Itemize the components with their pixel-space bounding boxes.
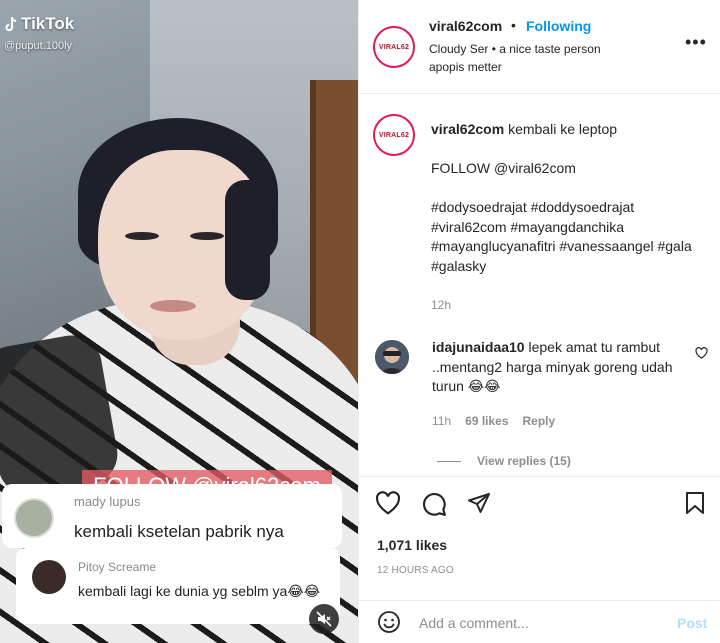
add-comment-bar: Post <box>359 600 720 643</box>
share-button[interactable] <box>467 491 491 520</box>
tiktok-watermark: TikTok <box>4 14 74 34</box>
overlay-comment: mady lupus kembali ksetelan pabrik nya <box>2 484 342 548</box>
like-button[interactable] <box>375 491 401 520</box>
person-hair-side <box>225 180 270 300</box>
person-lips <box>150 300 196 312</box>
replies-divider <box>437 460 461 462</box>
caption-avatar[interactable]: VIRAL62 <box>373 114 415 156</box>
save-button[interactable] <box>685 491 705 520</box>
view-replies-label: View replies (15) <box>477 454 571 468</box>
heart-icon <box>375 491 401 515</box>
emoji-button[interactable] <box>377 610 401 639</box>
heart-icon <box>695 347 708 359</box>
post-timestamp[interactable]: 12 HOURS AGO <box>377 565 454 576</box>
speaker-muted-icon <box>316 611 332 627</box>
avatar <box>14 498 54 538</box>
overlay-comment-text: kembali ksetelan pabrik nya <box>74 522 284 541</box>
caption-username[interactable]: viral62com <box>431 121 504 137</box>
following-button[interactable]: Following <box>526 18 591 34</box>
avatar <box>32 560 66 594</box>
profile-avatar[interactable]: VIRAL62 <box>373 26 415 68</box>
paper-plane-icon <box>468 493 490 513</box>
comment-bubble-icon <box>423 493 446 516</box>
smiley-icon <box>378 611 400 633</box>
logo-text: VIRAL62 <box>378 43 410 51</box>
post-media[interactable]: TikTok @puput.100ly FOLLOW @viral62com m… <box>0 0 358 643</box>
post-header: VIRAL62 viral62com • Following Cloudy Se… <box>359 0 720 94</box>
avatar-image <box>375 340 409 374</box>
view-replies-button[interactable]: View replies (15) <box>437 454 571 468</box>
overlay-comment-name: Pitoy Screame <box>78 560 157 574</box>
avatar[interactable] <box>375 340 409 374</box>
overlay-comment-text: kembali lagi ke dunia yg seblm ya😂😂 <box>78 583 321 599</box>
like-comment-button[interactable] <box>695 346 708 364</box>
header-username[interactable]: viral62com <box>429 18 502 34</box>
person-eye-left <box>125 232 159 240</box>
comment-input[interactable] <box>419 611 659 635</box>
mute-button[interactable] <box>309 604 339 634</box>
likes-count[interactable]: 1,071 likes <box>377 537 447 553</box>
header-subtitle[interactable]: Cloudy Ser • a nice taste person apopis … <box>429 40 639 76</box>
comment-username[interactable]: idajunaidaa10 <box>432 339 525 355</box>
caption-hashtags[interactable]: #dodysoedrajat #doddysoedrajat #viral62c… <box>431 198 711 276</box>
comment-likes[interactable]: 69 likes <box>465 414 508 428</box>
tiktok-username: @puput.100ly <box>4 40 73 52</box>
comment-button[interactable] <box>421 491 447 522</box>
caption-body: viral62com kembali ke leptop FOLLOW @vir… <box>431 120 711 315</box>
separator-dot: • <box>511 17 516 33</box>
tiktok-brand-text: TikTok <box>21 14 75 33</box>
tiktok-note-icon <box>5 16 17 31</box>
more-options-icon[interactable]: ••• <box>685 32 707 53</box>
caption-time: 12h <box>431 297 452 312</box>
comment-body: idajunaidaa10 lepek amat tu rambut ..men… <box>432 338 698 397</box>
person-eye-right <box>190 232 224 240</box>
post-actions: 1,071 likes 12 HOURS AGO <box>359 476 720 591</box>
overlay-comment: Pitoy Screame kembali lagi ke dunia yg s… <box>16 548 340 624</box>
comment-time: 11h <box>432 414 452 428</box>
caption-follow-line: FOLLOW @viral62com <box>431 160 576 176</box>
post-details-panel: VIRAL62 viral62com • Following Cloudy Se… <box>358 0 720 643</box>
bookmark-icon <box>686 492 704 514</box>
post-comment-button[interactable]: Post <box>677 615 707 631</box>
caption-title: kembali ke leptop <box>508 121 618 137</box>
logo-text: VIRAL62 <box>378 131 410 139</box>
overlay-comment-name: mady lupus <box>74 494 141 509</box>
reply-button[interactable]: Reply <box>523 414 556 428</box>
comment-meta: 11h 69 likes Reply <box>432 414 555 428</box>
